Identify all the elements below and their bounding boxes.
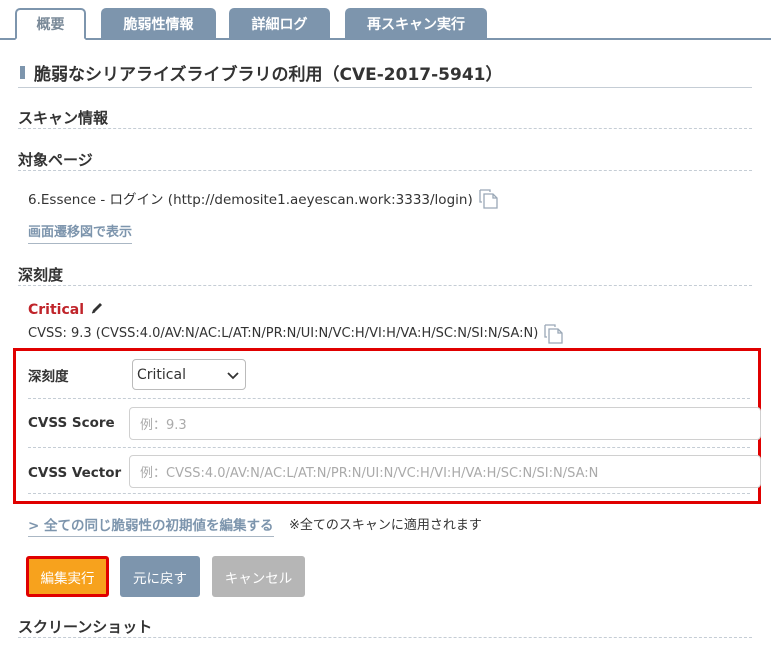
severity-select-value: Critical: [137, 366, 186, 383]
edit-all-defaults-link[interactable]: > 全ての同じ脆弱性の初期値を編集する: [28, 514, 274, 537]
section-screenshot: スクリーンショット: [18, 616, 752, 638]
pencil-icon[interactable]: [90, 301, 104, 319]
transition-diagram-link[interactable]: 画面遷移図で表示: [28, 221, 133, 244]
tab-detail-log[interactable]: 詳細ログ: [229, 8, 330, 39]
form-row-severity: 深刻度 Critical: [28, 351, 750, 399]
copy-icon[interactable]: [477, 187, 499, 209]
severity-field-label: 深刻度: [28, 369, 69, 385]
cvss-score-label: CVSS Score: [28, 415, 115, 431]
target-page-text: 6.Essence - ログイン (http://demosite1.aeyes…: [28, 192, 473, 208]
chevron-down-icon: [227, 369, 239, 385]
tab-vulnerability-info[interactable]: 脆弱性情報: [101, 8, 216, 39]
cvss-text: CVSS: 9.3 (CVSS:4.0/AV:N/AC:L/AT:N/PR:N/…: [28, 325, 539, 341]
copy-icon[interactable]: [542, 322, 564, 344]
form-row-vector: CVSS Vector 例：CVSS:4.0/AV:N/AC:L/AT:N/PR…: [28, 448, 761, 494]
tab-rescan[interactable]: 再スキャン実行: [345, 8, 487, 39]
severity-select[interactable]: Critical: [132, 359, 246, 390]
section-target-page: 対象ページ: [18, 149, 752, 171]
tab-bar: 概要 脆弱性情報 詳細ログ 再スキャン実行: [0, 0, 771, 40]
cvss-vector-label: CVSS Vector: [28, 465, 122, 481]
form-row-score: CVSS Score 例：9.3: [28, 399, 761, 448]
severity-edit-form: 深刻度 Critical CVSS Score 例：9.3 CVSS Vecto…: [13, 348, 761, 504]
section-severity: 深刻度: [18, 264, 752, 286]
tab-overview[interactable]: 概要: [15, 8, 86, 40]
revert-button[interactable]: 元に戻す: [120, 556, 200, 597]
edit-all-note: ※全てのスキャンに適用されます: [289, 518, 482, 533]
cancel-button[interactable]: キャンセル: [212, 556, 305, 597]
execute-edit-button[interactable]: 編集実行: [26, 556, 109, 597]
cvss-score-input[interactable]: 例：9.3: [129, 407, 761, 440]
page-title: 脆弱なシリアライズライブラリの利用（CVE-2017-5941）: [18, 60, 752, 88]
severity-display: Critical: [28, 301, 104, 319]
page-title-text: 脆弱なシリアライズライブラリの利用（CVE-2017-5941）: [34, 65, 503, 85]
cvss-vector-input[interactable]: 例：CVSS:4.0/AV:N/AC:L/AT:N/PR:N/UI:N/VC:H…: [129, 455, 761, 488]
cvss-row: CVSS: 9.3 (CVSS:4.0/AV:N/AC:L/AT:N/PR:N/…: [28, 322, 564, 344]
title-marker: [20, 66, 25, 79]
section-scan-info: スキャン情報: [18, 107, 752, 129]
severity-value: Critical: [28, 302, 85, 318]
target-page-row: 6.Essence - ログイン (http://demosite1.aeyes…: [28, 187, 499, 209]
